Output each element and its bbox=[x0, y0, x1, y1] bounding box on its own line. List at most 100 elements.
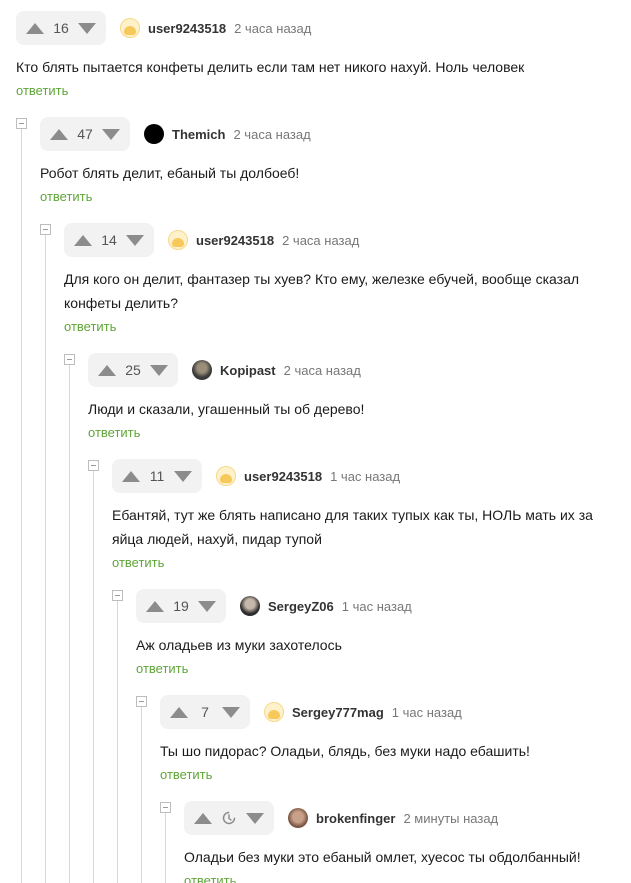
downvote-icon[interactable] bbox=[124, 230, 146, 250]
comment-header: brokenfinger 2 минуты назад bbox=[184, 801, 616, 835]
username[interactable]: brokenfinger bbox=[316, 811, 395, 826]
collapse-thread-button[interactable] bbox=[16, 118, 27, 129]
username[interactable]: SergeyZ06 bbox=[268, 599, 334, 614]
rating-count: 7 bbox=[201, 704, 209, 720]
thread-line bbox=[21, 126, 22, 883]
timestamp[interactable]: 2 часа назад bbox=[284, 363, 361, 378]
rating-count: 16 bbox=[53, 20, 69, 36]
rating-count: 25 bbox=[125, 362, 141, 378]
timestamp[interactable]: 2 часа назад bbox=[282, 233, 359, 248]
username[interactable]: user9243518 bbox=[244, 469, 322, 484]
downvote-icon[interactable] bbox=[244, 808, 266, 828]
rating-widget: 7 bbox=[160, 695, 250, 729]
collapse-thread-button[interactable] bbox=[136, 696, 147, 707]
comment-header: 14 user9243518 2 часа назад bbox=[64, 223, 604, 257]
rating-widget: 14 bbox=[64, 223, 154, 257]
rating-count: 14 bbox=[101, 232, 117, 248]
reply-link[interactable]: ответить bbox=[16, 83, 616, 98]
comment-text: Ты шо пидорас? Оладьи, блядь, без муки н… bbox=[160, 743, 530, 759]
clock-icon bbox=[214, 811, 244, 825]
comment-header: 25 Kopipast 2 часа назад bbox=[88, 353, 616, 387]
upvote-icon[interactable] bbox=[96, 360, 118, 380]
comment: 11 user9243518 1 час назад Ебантяй, тут … bbox=[112, 459, 612, 570]
comment-header: 16 user9243518 2 часа назад bbox=[16, 11, 616, 45]
comment: 19 SergeyZ06 1 час назад Аж оладьев из м… bbox=[136, 589, 616, 676]
avatar[interactable] bbox=[288, 808, 308, 828]
downvote-icon[interactable] bbox=[148, 360, 170, 380]
timestamp[interactable]: 1 час назад bbox=[330, 469, 400, 484]
timestamp[interactable]: 2 часа назад bbox=[233, 127, 310, 142]
comment-text: Робот блять делит, ебаный ты долбоеб! bbox=[40, 165, 300, 181]
upvote-icon[interactable] bbox=[120, 466, 142, 486]
thread-line bbox=[117, 598, 118, 883]
comment-header: 19 SergeyZ06 1 час назад bbox=[136, 589, 616, 623]
timestamp[interactable]: 1 час назад bbox=[342, 599, 412, 614]
username[interactable]: Kopipast bbox=[220, 363, 276, 378]
rating-widget: 25 bbox=[88, 353, 178, 387]
collapse-thread-button[interactable] bbox=[64, 354, 75, 365]
comment: 25 Kopipast 2 часа назад Люди и сказали,… bbox=[88, 353, 616, 440]
avatar[interactable] bbox=[240, 596, 260, 616]
thread-line bbox=[165, 810, 166, 883]
reply-link[interactable]: ответить bbox=[184, 873, 616, 883]
rating-count: 11 bbox=[149, 468, 165, 484]
timestamp[interactable]: 2 минуты назад bbox=[403, 811, 498, 826]
comment-text: Кто блять пытается конфеты делить если т… bbox=[16, 59, 525, 75]
downvote-icon[interactable] bbox=[196, 596, 218, 616]
rating-count: 19 bbox=[173, 598, 189, 614]
avatar[interactable] bbox=[216, 466, 236, 486]
collapse-thread-button[interactable] bbox=[40, 224, 51, 235]
reply-link[interactable]: ответить bbox=[136, 661, 616, 676]
collapse-thread-button[interactable] bbox=[160, 802, 171, 813]
thread-line bbox=[141, 704, 142, 883]
rating-widget: 19 bbox=[136, 589, 226, 623]
timestamp[interactable]: 2 часа назад bbox=[234, 21, 311, 36]
reply-link[interactable]: ответить bbox=[112, 555, 612, 570]
comment: brokenfinger 2 минуты назад Оладьи без м… bbox=[184, 801, 616, 883]
comment: 7 Sergey777mag 1 час назад Ты шо пидорас… bbox=[160, 695, 616, 782]
avatar[interactable] bbox=[144, 124, 164, 144]
timestamp[interactable]: 1 час назад bbox=[392, 705, 462, 720]
username[interactable]: Sergey777mag bbox=[292, 705, 384, 720]
thread-line bbox=[45, 232, 46, 883]
username[interactable]: user9243518 bbox=[148, 21, 226, 36]
comment-header: 47 Themich 2 часа назад bbox=[40, 117, 616, 151]
downvote-icon[interactable] bbox=[100, 124, 122, 144]
upvote-icon[interactable] bbox=[168, 702, 190, 722]
comment-header: 11 user9243518 1 час назад bbox=[112, 459, 612, 493]
rating-widget bbox=[184, 801, 274, 835]
avatar[interactable] bbox=[120, 18, 140, 38]
upvote-icon[interactable] bbox=[48, 124, 70, 144]
upvote-icon[interactable] bbox=[144, 596, 166, 616]
username[interactable]: Themich bbox=[172, 127, 225, 142]
reply-link[interactable]: ответить bbox=[40, 189, 616, 204]
rating-widget: 47 bbox=[40, 117, 130, 151]
rating-widget: 16 bbox=[16, 11, 106, 45]
rating-count: 47 bbox=[77, 126, 93, 142]
comment: 16 user9243518 2 часа назад Кто блять пы… bbox=[16, 11, 616, 98]
thread-line bbox=[69, 362, 70, 883]
comment-text: Люди и сказали, угашенный ты об дерево! bbox=[88, 401, 365, 417]
avatar[interactable] bbox=[168, 230, 188, 250]
downvote-icon[interactable] bbox=[76, 18, 98, 38]
comment: 47 Themich 2 часа назад Робот блять дели… bbox=[40, 117, 616, 204]
avatar[interactable] bbox=[264, 702, 284, 722]
avatar[interactable] bbox=[192, 360, 212, 380]
upvote-icon[interactable] bbox=[192, 808, 214, 828]
upvote-icon[interactable] bbox=[72, 230, 94, 250]
downvote-icon[interactable] bbox=[172, 466, 194, 486]
collapse-thread-button[interactable] bbox=[112, 590, 123, 601]
reply-link[interactable]: ответить bbox=[160, 767, 616, 782]
downvote-icon[interactable] bbox=[220, 702, 242, 722]
upvote-icon[interactable] bbox=[24, 18, 46, 38]
thread-line bbox=[93, 468, 94, 883]
collapse-thread-button[interactable] bbox=[88, 460, 99, 471]
comment-header: 7 Sergey777mag 1 час назад bbox=[160, 695, 616, 729]
comment-text: Аж оладьев из муки захотелось bbox=[136, 637, 342, 653]
reply-link[interactable]: ответить bbox=[88, 425, 616, 440]
username[interactable]: user9243518 bbox=[196, 233, 274, 248]
comment: 14 user9243518 2 часа назад Для кого он … bbox=[64, 223, 604, 334]
reply-link[interactable]: ответить bbox=[64, 319, 604, 334]
comment-text: Оладьи без муки это ебаный омлет, хуесос… bbox=[184, 849, 581, 865]
comment-text: Для кого он делит, фантазер ты хуев? Кто… bbox=[64, 271, 580, 311]
